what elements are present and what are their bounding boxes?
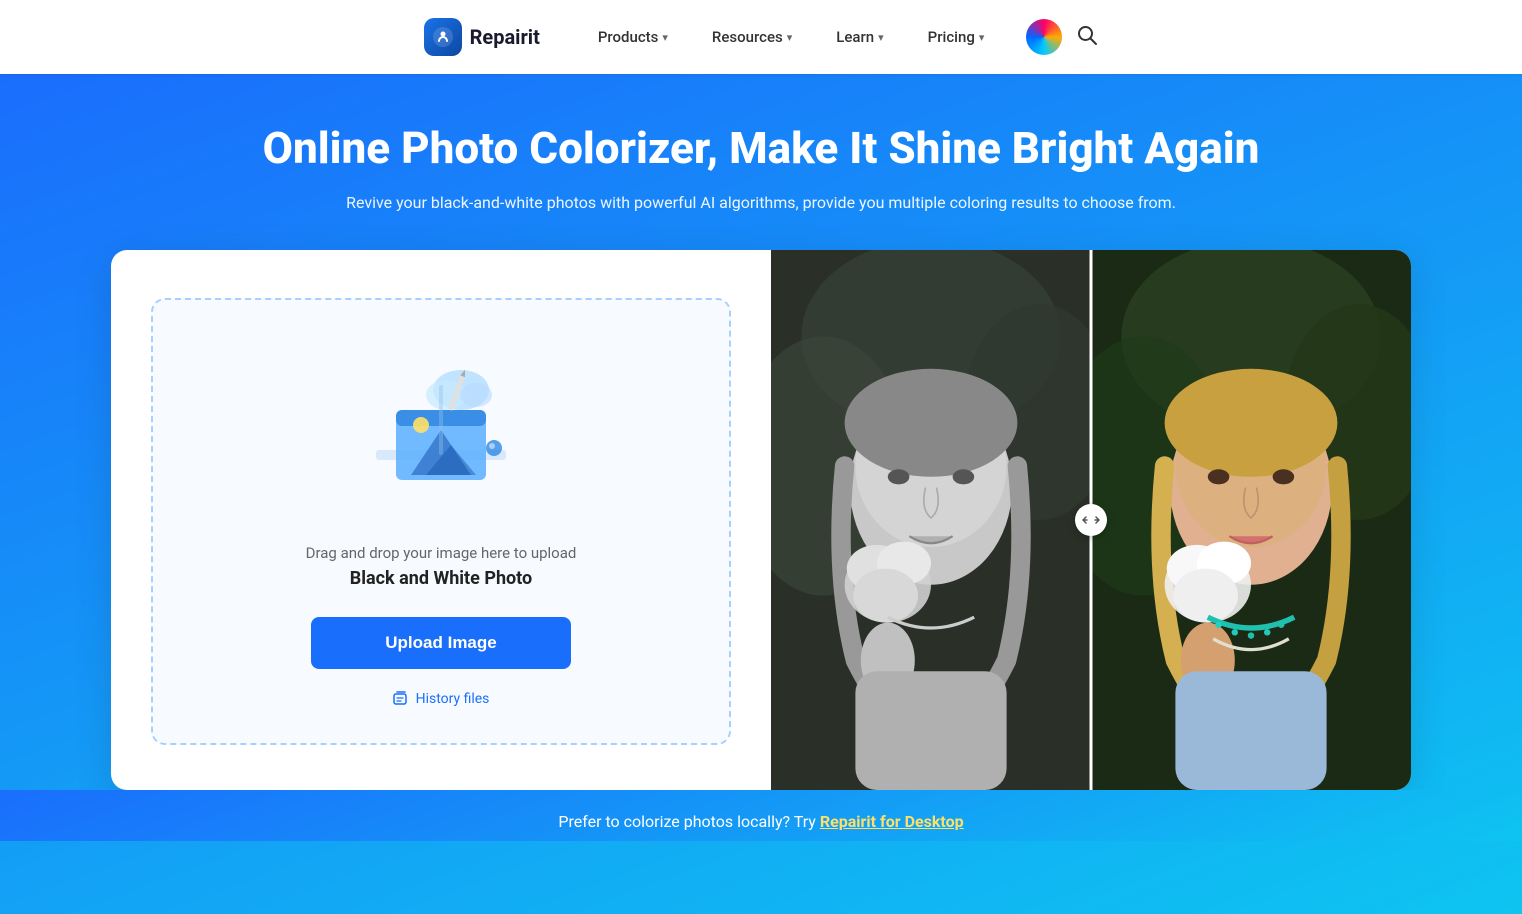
search-icon[interactable] (1076, 24, 1098, 51)
user-avatar[interactable] (1026, 19, 1062, 55)
learn-chevron-icon: ▾ (878, 31, 884, 44)
nav-products[interactable]: Products ▾ (576, 0, 690, 74)
bottom-bar: Prefer to colorize photos locally? Try R… (0, 790, 1522, 841)
hero-subtitle: Revive your black-and-white photos with … (0, 193, 1522, 212)
navbar: Repairit Products ▾ Resources ▾ Learn ▾ … (0, 0, 1522, 74)
upload-panel: Drag and drop your image here to upload … (111, 250, 771, 790)
nav-pricing-label: Pricing (928, 28, 975, 46)
hero-section: Online Photo Colorizer, Make It Shine Br… (0, 74, 1522, 914)
brand-icon (424, 18, 462, 56)
drag-hint-text: Drag and drop your image here to upload (306, 544, 577, 562)
pricing-chevron-icon: ▾ (979, 31, 985, 44)
upload-image-button[interactable]: Upload Image (311, 617, 571, 669)
nav-learn[interactable]: Learn ▾ (814, 0, 905, 74)
nav-pricing[interactable]: Pricing ▾ (906, 0, 1007, 74)
file-type-text: Black and White Photo (350, 568, 532, 589)
split-handle[interactable] (1075, 504, 1107, 536)
history-icon (393, 691, 409, 707)
preview-bw-side (771, 250, 1091, 790)
history-files-link[interactable]: History files (393, 691, 490, 707)
history-files-label: History files (416, 691, 490, 707)
upload-dropzone[interactable]: Drag and drop your image here to upload … (151, 298, 731, 745)
brand-name: Repairit (470, 25, 540, 49)
nav-learn-label: Learn (836, 28, 874, 46)
resources-chevron-icon: ▾ (787, 31, 793, 44)
products-chevron-icon: ▾ (662, 31, 668, 44)
preview-split (771, 250, 1411, 790)
nav-resources-label: Resources (712, 28, 783, 46)
nav-resources[interactable]: Resources ▾ (690, 0, 814, 74)
hero-title: Online Photo Colorizer, Make It Shine Br… (0, 122, 1522, 175)
preview-panel (771, 250, 1411, 790)
brand-logo-area[interactable]: Repairit (424, 18, 540, 56)
main-card: Drag and drop your image here to upload … (111, 250, 1411, 790)
preview-color-side (1091, 250, 1411, 790)
bottom-bar-text: Prefer to colorize photos locally? Try (558, 812, 819, 831)
nav-products-label: Products (598, 28, 659, 46)
upload-illustration (346, 330, 536, 520)
desktop-link[interactable]: Repairit for Desktop (820, 812, 964, 831)
